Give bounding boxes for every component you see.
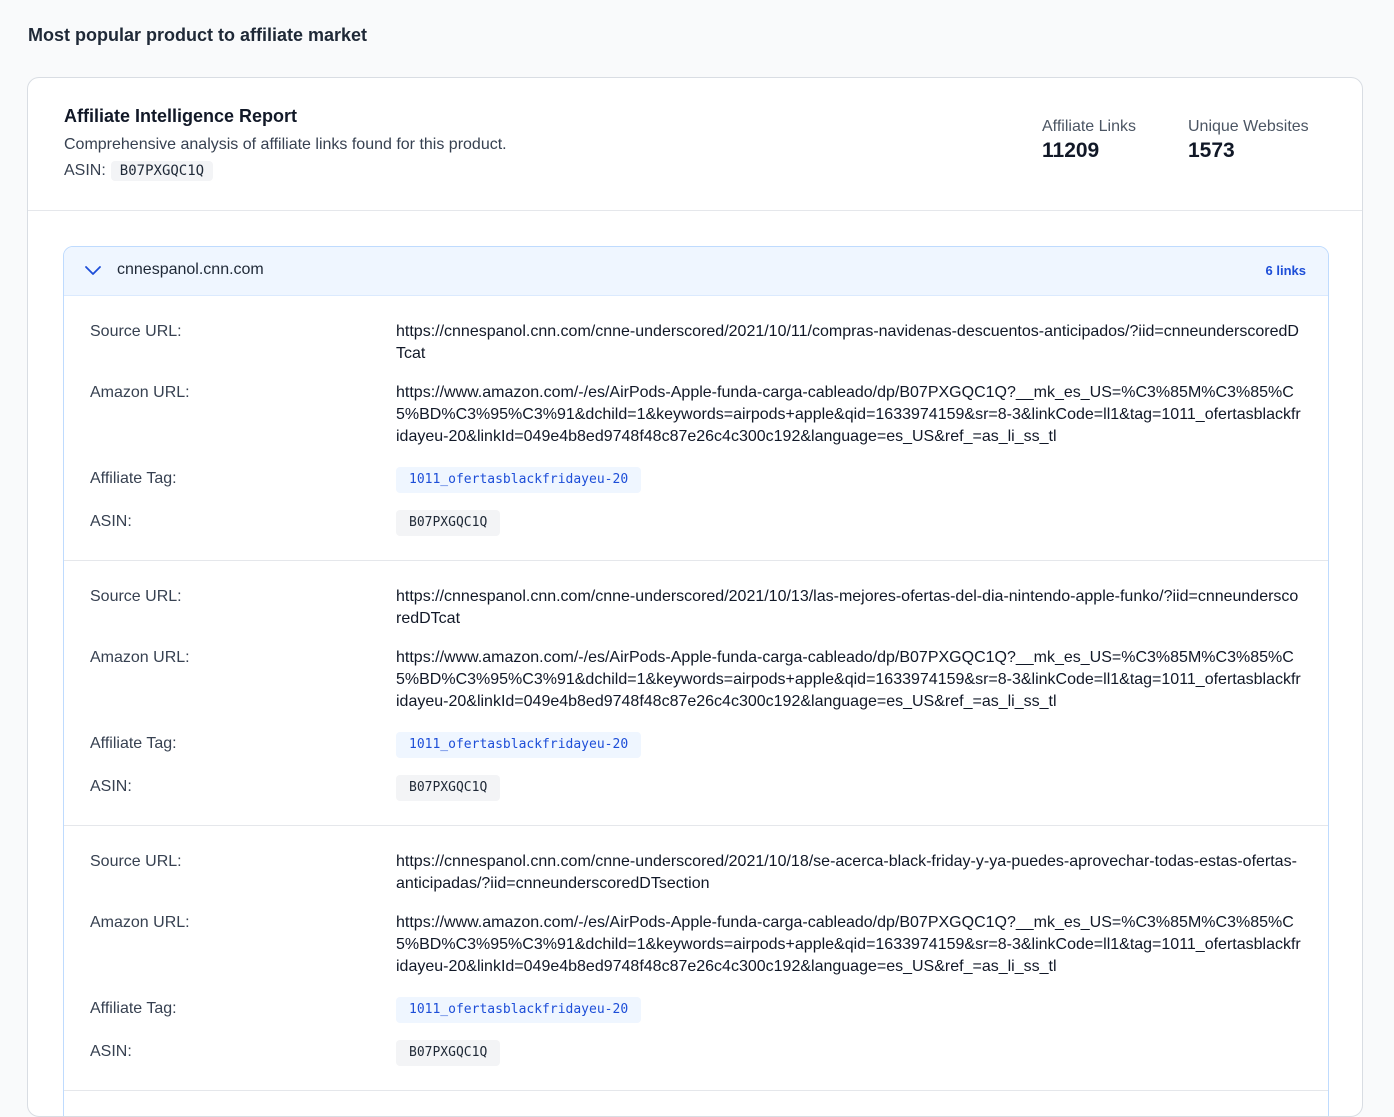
- source-url-value[interactable]: https://cnnespanol.cnn.com/cnne-undersco…: [396, 851, 1302, 895]
- link-list: Source URL: https://cnnespanol.cnn.com/c…: [64, 296, 1328, 1091]
- site-group: cnnespanol.cnn.com 6 links Source URL: h…: [63, 246, 1329, 1116]
- stat-value: 1573: [1188, 139, 1235, 162]
- affiliate-tag-badge: 1011_ofertasblackfridayeu-20: [396, 732, 642, 758]
- source-url-value[interactable]: https://cnnespanol.cnn.com/cnne-undersco…: [396, 586, 1302, 630]
- stat-label: Unique Websites: [1188, 118, 1309, 135]
- asin-badge: B07PXGQC1Q: [396, 1040, 501, 1066]
- affiliate-tag-label: Affiliate Tag:: [90, 470, 177, 487]
- affiliate-tag-row: Affiliate Tag: 1011_ofertasblackfridayeu…: [90, 467, 1302, 493]
- link-entry: Source URL: https://cnnespanol.cnn.com/c…: [64, 296, 1328, 561]
- asin-label: ASIN:: [64, 162, 106, 179]
- amazon-url-value[interactable]: https://www.amazon.com/-/es/AirPods-Appl…: [396, 647, 1302, 713]
- source-url-label: Source URL:: [90, 853, 182, 870]
- asin-row: ASIN: B07PXGQC1Q: [90, 1040, 1302, 1066]
- affiliate-tag-row: Affiliate Tag: 1011_ofertasblackfridayeu…: [90, 732, 1302, 758]
- report-title: Affiliate Intelligence Report: [64, 106, 298, 126]
- site-domain: cnnespanol.cnn.com: [117, 261, 264, 278]
- asin-label: ASIN:: [90, 778, 132, 795]
- amazon-url-value[interactable]: https://www.amazon.com/-/es/AirPods-Appl…: [396, 382, 1302, 448]
- affiliate-tag-label: Affiliate Tag:: [90, 1000, 177, 1017]
- report-card: Affiliate Intelligence Report Comprehens…: [27, 77, 1363, 1117]
- asin-row: ASIN: B07PXGQC1Q: [90, 510, 1302, 536]
- page-title: Most popular product to affiliate market: [28, 25, 368, 45]
- link-count-badge: 6 links: [1265, 263, 1306, 278]
- site-group-header[interactable]: cnnespanol.cnn.com 6 links: [64, 247, 1328, 296]
- link-entry: Source URL: https://cnnespanol.cnn.com/c…: [64, 561, 1328, 826]
- amazon-url-label: Amazon URL:: [90, 384, 190, 401]
- source-url-label: Source URL:: [90, 323, 182, 340]
- stat-label: Affiliate Links: [1042, 118, 1136, 135]
- report-asin: ASIN: B07PXGQC1Q: [64, 161, 214, 181]
- source-url-row: Source URL: https://cnnespanol.cnn.com/c…: [90, 851, 1302, 895]
- source-url-value[interactable]: https://cnnespanol.cnn.com/cnne-undersco…: [396, 321, 1302, 365]
- affiliate-tag-label: Affiliate Tag:: [90, 735, 177, 752]
- affiliate-tag-badge: 1011_ofertasblackfridayeu-20: [396, 467, 642, 493]
- affiliate-tag-cell: 1011_ofertasblackfridayeu-20: [396, 732, 1302, 758]
- asin-badge: B07PXGQC1Q: [396, 510, 501, 536]
- source-url-row: Source URL: https://cnnespanol.cnn.com/c…: [90, 586, 1302, 630]
- amazon-url-value[interactable]: https://www.amazon.com/-/es/AirPods-Appl…: [396, 912, 1302, 978]
- asin-cell: B07PXGQC1Q: [396, 510, 1302, 536]
- amazon-url-label: Amazon URL:: [90, 914, 190, 931]
- amazon-url-row: Amazon URL: https://www.amazon.com/-/es/…: [90, 912, 1302, 978]
- report-header: Affiliate Intelligence Report Comprehens…: [28, 78, 1362, 211]
- asin-cell: B07PXGQC1Q: [396, 1040, 1302, 1066]
- affiliate-tag-row: Affiliate Tag: 1011_ofertasblackfridayeu…: [90, 997, 1302, 1023]
- source-url-label: Source URL:: [90, 588, 182, 605]
- asin-badge: B07PXGQC1Q: [110, 161, 214, 181]
- affiliate-tag-cell: 1011_ofertasblackfridayeu-20: [396, 997, 1302, 1023]
- report-description: Comprehensive analysis of affiliate link…: [64, 136, 507, 153]
- link-entry: Source URL: https://cnnespanol.cnn.com/c…: [64, 826, 1328, 1091]
- affiliate-tag-badge: 1011_ofertasblackfridayeu-20: [396, 997, 642, 1023]
- asin-row: ASIN: B07PXGQC1Q: [90, 775, 1302, 801]
- stat-affiliate-links: Affiliate Links 11209: [1042, 118, 1136, 163]
- stat-unique-websites: Unique Websites 1573: [1188, 118, 1309, 163]
- asin-label: ASIN:: [90, 513, 132, 530]
- stat-value: 11209: [1042, 139, 1100, 162]
- amazon-url-row: Amazon URL: https://www.amazon.com/-/es/…: [90, 382, 1302, 448]
- source-url-row: Source URL: https://cnnespanol.cnn.com/c…: [90, 321, 1302, 365]
- amazon-url-label: Amazon URL:: [90, 649, 190, 666]
- chevron-down-icon[interactable]: [84, 263, 102, 277]
- asin-cell: B07PXGQC1Q: [396, 775, 1302, 801]
- amazon-url-row: Amazon URL: https://www.amazon.com/-/es/…: [90, 647, 1302, 713]
- affiliate-tag-cell: 1011_ofertasblackfridayeu-20: [396, 467, 1302, 493]
- asin-badge: B07PXGQC1Q: [396, 775, 501, 801]
- asin-label: ASIN:: [90, 1043, 132, 1060]
